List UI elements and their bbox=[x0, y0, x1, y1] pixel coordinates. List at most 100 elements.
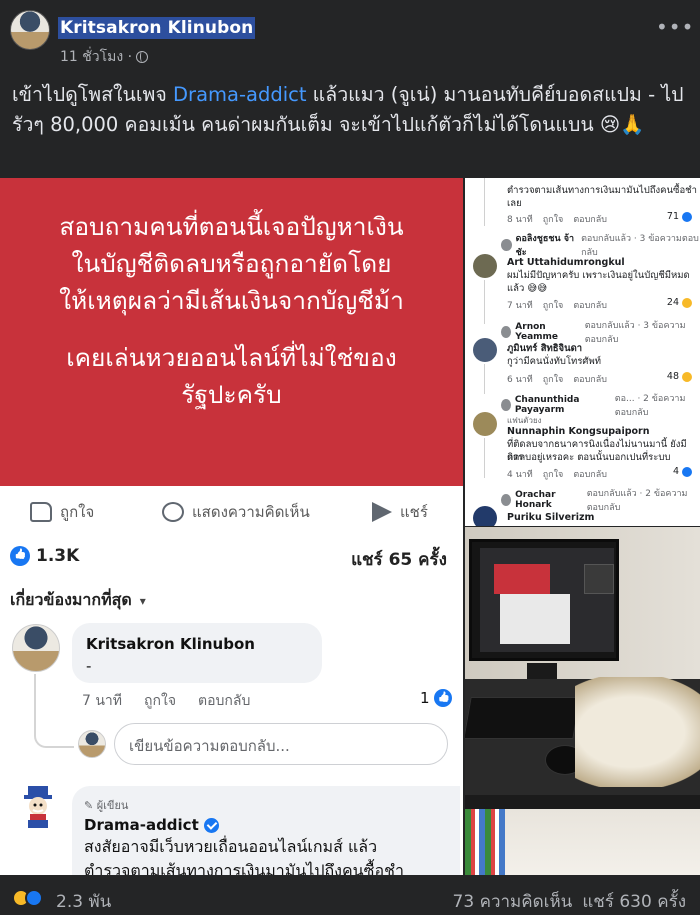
footer-comments[interactable]: 73 ความคิดเห็น bbox=[453, 888, 573, 915]
comment-action[interactable]: แสดงความคิดเห็น bbox=[162, 500, 310, 524]
like-reaction-icon bbox=[682, 466, 692, 477]
left-screenshot[interactable]: สอบถามคนที่ตอนนี้เจอปัญหาเงิน ในบัญชีติด… bbox=[0, 178, 463, 875]
post-text-before: เข้าไปดูโพสในเพจ bbox=[12, 83, 174, 106]
thread-line bbox=[34, 674, 36, 730]
rt-count-value: 71 bbox=[666, 211, 679, 222]
comment-like-button[interactable]: ถูกใจ bbox=[144, 690, 176, 712]
rt-comment-meta: 6 นาที ถูกใจ ตอบกลับ bbox=[507, 372, 607, 386]
comment-label: แสดงความคิดเห็น bbox=[192, 503, 310, 521]
haha-reaction-icon bbox=[682, 297, 692, 308]
cat-keyboard-photo[interactable] bbox=[465, 527, 700, 875]
drama-addict-avatar[interactable] bbox=[14, 784, 62, 832]
reaction-count: 1.3K bbox=[36, 546, 80, 566]
like-reaction-icon bbox=[682, 211, 692, 222]
like-reaction-icon bbox=[10, 546, 30, 566]
comment-reaction-count[interactable]: 1 bbox=[420, 689, 452, 707]
avatar bbox=[501, 239, 512, 251]
haha-reaction-icon bbox=[682, 371, 692, 382]
footer-reactions[interactable] bbox=[12, 889, 43, 907]
like-action[interactable]: ถูกใจ bbox=[30, 500, 94, 524]
rt-like-button[interactable]: ถูกใจ bbox=[543, 298, 564, 312]
rt-comment-author[interactable]: Art Uttahidumrongkul bbox=[507, 256, 625, 269]
share-action[interactable]: แชร์ bbox=[372, 500, 428, 524]
rt-reply-button[interactable]: ตอบกลับ bbox=[573, 298, 607, 312]
avatar[interactable] bbox=[473, 254, 497, 278]
reactions-row[interactable]: 1.3K bbox=[10, 546, 79, 566]
author-badge: ✎ ผู้เขียน bbox=[84, 799, 129, 812]
desk-edge bbox=[465, 795, 700, 809]
rt-reply-summary[interactable]: Orachar Honark ตอบกลับแล้ว · 2 ข้อความตอ… bbox=[501, 486, 700, 514]
banner-line: ในบัญชีติดลบหรือถูกอายัดโดย bbox=[71, 249, 392, 278]
rt-reply-text: ตอบกลับแล้ว · 2 ข้อความตอบกลับ bbox=[586, 489, 688, 513]
rt-time[interactable]: 7 นาที bbox=[507, 298, 533, 312]
rt-reaction-count[interactable]: 24 bbox=[667, 297, 692, 308]
more-options-icon[interactable]: ••• bbox=[656, 17, 694, 37]
avatar bbox=[501, 399, 511, 411]
avatar[interactable] bbox=[473, 338, 497, 362]
right-comments-screenshot[interactable]: ตำรวจตามเส้นทางการเงินมามันไปถึงคนซื้อชำ… bbox=[465, 178, 700, 526]
rt-comment-author[interactable]: Puriku Silverizm bbox=[507, 511, 594, 524]
page-link[interactable]: Drama-addict bbox=[173, 83, 306, 106]
footer-reaction-count[interactable]: 2.3 พัน bbox=[56, 888, 111, 915]
like-reaction-icon bbox=[433, 689, 452, 707]
comment-reply-button[interactable]: ตอบกลับ bbox=[198, 690, 250, 712]
rt-reply-button[interactable]: ตอบกลับ bbox=[573, 467, 607, 481]
rt-like-button[interactable]: ถูกใจ bbox=[543, 467, 564, 481]
footer-shares[interactable]: แชร์ 630 ครั้ง bbox=[582, 888, 686, 915]
rt-reply-name: ดอลิงชูธชน จ้าชัะ bbox=[515, 234, 575, 258]
rt-count-value: 24 bbox=[666, 297, 679, 308]
rt-reply-button[interactable]: ตอบกลับ bbox=[573, 372, 607, 386]
author-name[interactable]: Kritsakron Klinubon bbox=[58, 17, 256, 39]
rt-time[interactable]: 4 นาที bbox=[507, 467, 533, 481]
drama-addict-comment: ✎ ผู้เขียน Drama-addict สงสัยอาจมีเว็บหว… bbox=[72, 786, 460, 875]
monitor bbox=[469, 539, 619, 661]
rt-reaction-count[interactable]: 48 bbox=[667, 371, 692, 382]
comment-sort-dropdown[interactable]: เกี่ยวข้องมากที่สุด ▾ bbox=[10, 588, 146, 613]
thread-line bbox=[484, 364, 485, 394]
avatar[interactable] bbox=[473, 412, 497, 436]
rt-reply-text: ตอบกลับแล้ว · 3 ข้อความตอบกลับ bbox=[584, 321, 686, 345]
sort-label: เกี่ยวข้องมากที่สุด bbox=[10, 590, 132, 609]
thread-line bbox=[484, 438, 485, 478]
rt-comment-author[interactable]: Nunnaphin Kongsupaiporn bbox=[507, 425, 650, 438]
rt-reply-name: Arnon Yeamme bbox=[515, 322, 559, 342]
rt-time[interactable]: 6 นาที bbox=[507, 372, 533, 386]
avatar[interactable] bbox=[473, 506, 497, 526]
drama-addict-name[interactable]: Drama-addict bbox=[84, 816, 199, 834]
rt-time[interactable]: 8 นาที bbox=[507, 212, 533, 226]
author-avatar[interactable] bbox=[10, 10, 50, 50]
rt-reply-summary[interactable]: ดอลิงชูธชน จ้าชัะ ตอบกลับแล้ว · 3 ข้อควา… bbox=[501, 231, 700, 259]
post-time[interactable]: 11 ชั่วโมง · bbox=[60, 46, 132, 68]
rt-comment-text: ผมไม่มีปัญหาครับ เพราะเงินอยู่ในบัญชีมีห… bbox=[507, 270, 690, 281]
comment-author[interactable]: Kritsakron Klinubon bbox=[86, 635, 308, 653]
like-reaction-icon bbox=[25, 889, 43, 907]
comment-icon bbox=[162, 502, 184, 522]
comment-meta: 7 นาที ถูกใจ ตอบกลับ bbox=[82, 690, 250, 712]
monitor-screen bbox=[480, 548, 614, 652]
share-icon bbox=[372, 502, 392, 522]
rt-comment-meta: 7 นาที ถูกใจ ตอบกลับ bbox=[507, 298, 607, 312]
post-meta: 11 ชั่วโมง · bbox=[60, 46, 149, 68]
rt-like-button[interactable]: ถูกใจ bbox=[543, 372, 564, 386]
drama-addict-text: สงสัยอาจมีเว็บหวยเถื่อนออนไลน์เกมส์ แล้ว bbox=[84, 837, 378, 856]
banner-line: เคยเล่นหวยออนไลน์ที่ไม่ใช่ของ bbox=[66, 343, 397, 372]
rt-reaction-count[interactable]: 71 bbox=[667, 211, 692, 222]
avatar bbox=[501, 494, 512, 506]
comment-time[interactable]: 7 นาที bbox=[82, 690, 122, 712]
comment-bubble: Kritsakron Klinubon - bbox=[72, 623, 322, 683]
cat bbox=[575, 677, 700, 787]
share-count[interactable]: แชร์ 65 ครั้ง bbox=[351, 546, 447, 573]
rt-count-value: 48 bbox=[666, 371, 679, 382]
rt-like-button[interactable]: ถูกใจ bbox=[543, 212, 564, 226]
rt-comment-author[interactable]: ภูมินทร์ สิทธิจินดา bbox=[507, 342, 582, 355]
comment-count-value: 1 bbox=[420, 689, 430, 707]
rt-comment-meta: 8 นาที ถูกใจ ตอบกลับ bbox=[507, 212, 607, 226]
keyboard bbox=[465, 697, 581, 739]
commenter-avatar[interactable] bbox=[12, 624, 60, 672]
banner-line: สอบถามคนที่ตอนนี้เจอปัญหาเงิน bbox=[59, 212, 404, 241]
rt-reply-button[interactable]: ตอบกลับ bbox=[573, 212, 607, 226]
rt-comment-text: ติดลบอยู่เหรอคะ ตอนนั้นบอกเปนที่ระบบ bbox=[507, 452, 671, 463]
badge-label: ผู้เขียน bbox=[96, 799, 129, 812]
rt-reaction-count[interactable]: 4 bbox=[673, 466, 692, 477]
reply-input[interactable]: เขียนข้อความตอบกลับ... bbox=[114, 723, 448, 765]
